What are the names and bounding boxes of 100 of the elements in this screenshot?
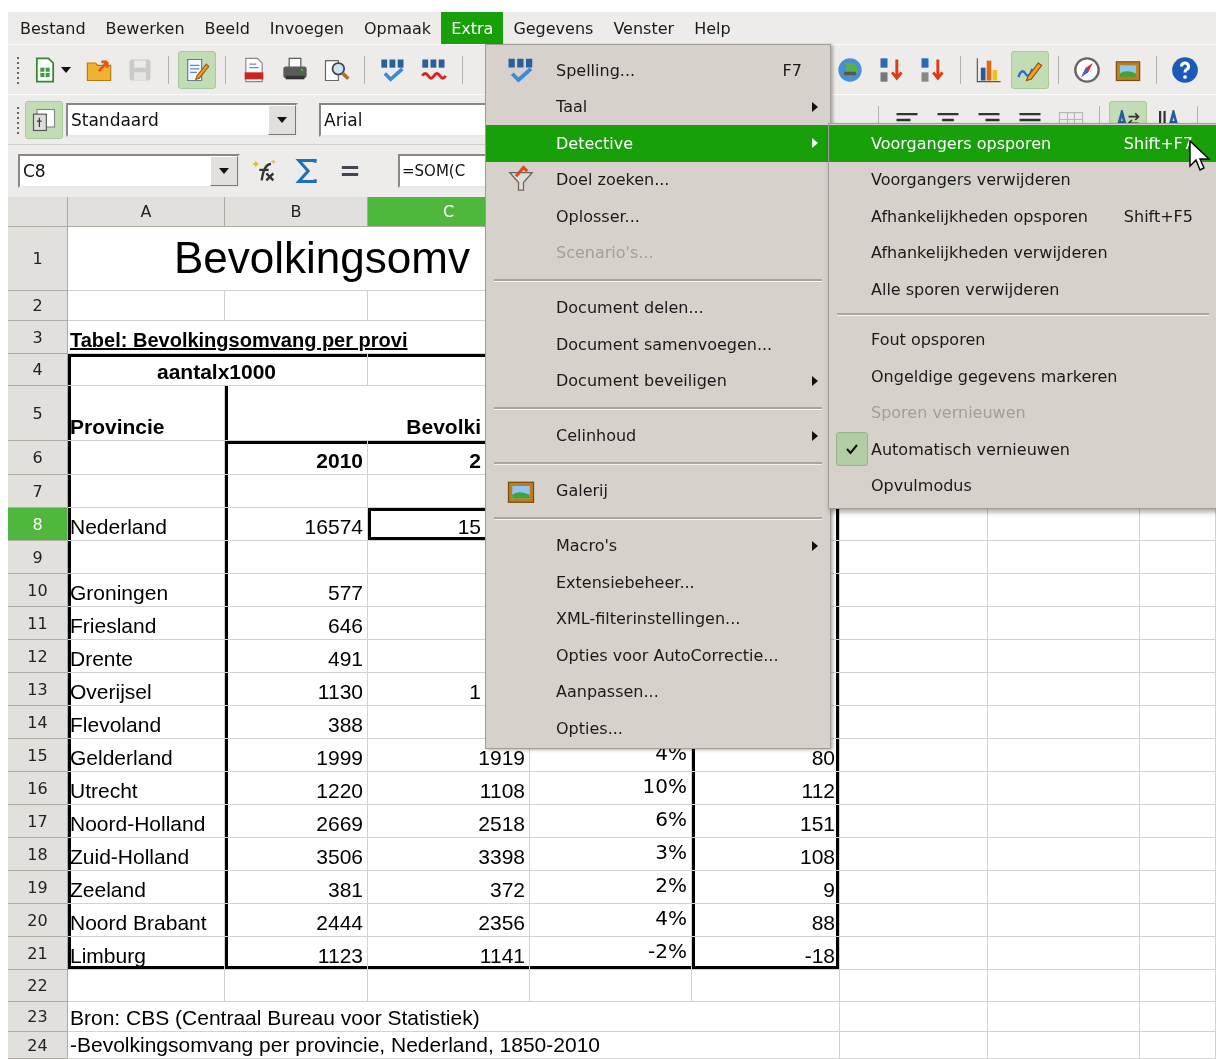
row-header[interactable]: 1 xyxy=(8,227,68,291)
table-cell: 3398 xyxy=(368,838,530,871)
row-header[interactable]: 5 xyxy=(8,386,68,441)
table-cell: 2356 xyxy=(368,904,530,937)
table-cell: Friesland xyxy=(68,607,225,640)
row-header[interactable]: 4 xyxy=(8,354,68,386)
table-cell: 10% xyxy=(530,772,692,805)
table-cell: 2010 xyxy=(225,441,368,475)
row-header[interactable]: 7 xyxy=(8,475,68,508)
toolbar-handle[interactable] xyxy=(16,104,22,135)
table-cell: 372 xyxy=(368,871,530,904)
caret-icon xyxy=(219,168,229,174)
name-box[interactable]: C8 xyxy=(18,154,240,188)
menu-title[interactable]: Opmaak xyxy=(353,12,442,44)
menu-item[interactable]: Afhankelijkheden opsporen Shift+F5 xyxy=(829,198,1216,235)
table-cell: 16574 xyxy=(225,508,368,541)
column-header[interactable]: A xyxy=(68,197,225,227)
table-cell: 1141 xyxy=(368,937,530,970)
table-cell: Zeeland xyxy=(68,871,225,904)
row-header[interactable]: 14 xyxy=(8,706,68,739)
row-header[interactable]: 15 xyxy=(8,739,68,772)
row-header[interactable]: 18 xyxy=(8,838,68,871)
menu-item[interactable]: Voorgangers verwijderen xyxy=(829,161,1216,198)
row-header[interactable]: 16 xyxy=(8,772,68,805)
row-header[interactable]: 23 xyxy=(8,1002,68,1032)
table-cell: 3% xyxy=(530,838,692,871)
menu-title[interactable]: Help xyxy=(684,12,741,44)
checkbox[interactable] xyxy=(836,432,868,467)
menu-item[interactable]: Extensiebeheer... xyxy=(486,564,830,601)
caret-icon xyxy=(61,66,71,73)
row-header[interactable]: 13 xyxy=(8,673,68,706)
dropdown-button[interactable] xyxy=(210,156,238,186)
table-cell: 4% xyxy=(530,904,692,937)
compass-icon xyxy=(1073,55,1101,84)
table-cell: 108 xyxy=(692,838,840,871)
toolbar-button[interactable] xyxy=(25,100,63,139)
table-cell: Groningen xyxy=(68,574,225,607)
table-cell: -18 xyxy=(692,937,840,970)
table-cell: Bron: CBS (Centraal Bureau voor Statistiek) xyxy=(68,1002,840,1032)
table-cell: 388 xyxy=(225,706,368,739)
table-cell: Flevoland xyxy=(68,706,225,739)
menu-title[interactable]: Beeld xyxy=(194,12,260,44)
row-header[interactable]: 2 xyxy=(8,291,68,321)
row-header[interactable]: 6 xyxy=(8,441,68,475)
menu-item[interactable]: Afhankelijkheden verwijderen xyxy=(829,234,1216,271)
menu-item[interactable]: XML-filterinstellingen... xyxy=(486,600,830,637)
menu-item[interactable]: Opvulmodus xyxy=(829,467,1216,504)
table-cell: 112 xyxy=(692,772,840,805)
submenu-arrow-icon xyxy=(812,375,818,386)
table-cell: 1123 xyxy=(225,937,368,970)
row-header[interactable]: 17 xyxy=(8,805,68,838)
table-cell: Noord Brabant xyxy=(68,904,225,937)
submenu-arrow-icon xyxy=(812,138,818,149)
menu-item[interactable]: Fout opsporen xyxy=(829,321,1216,358)
shortcut-label: Shift+F7 xyxy=(1123,133,1193,153)
style-dropdown[interactable]: Standaard xyxy=(66,102,298,137)
column-header[interactable]: B xyxy=(225,197,368,227)
table-cell: 646 xyxy=(225,607,368,640)
row-header[interactable]: 10 xyxy=(8,574,68,607)
table-cell: Utrecht xyxy=(68,772,225,805)
table-cell: 2518 xyxy=(368,805,530,838)
menu-item[interactable]: Automatisch vernieuwen xyxy=(829,431,1216,468)
row-header[interactable]: 19 xyxy=(8,871,68,904)
submenu-arrow-icon xyxy=(812,101,818,112)
row-header[interactable]: 12 xyxy=(8,640,68,673)
table-cell: 2444 xyxy=(225,904,368,937)
table-cell: -Bevolkingsomvang per provincie, Nederland, 1850-2010 xyxy=(68,1032,840,1059)
row-header[interactable]: 21 xyxy=(8,937,68,970)
menu-title[interactable]: Bewerken xyxy=(95,12,195,44)
menu-item[interactable]: Opties voor AutoCorrectie... xyxy=(486,637,830,674)
table-cell: 151 xyxy=(692,805,840,838)
table-cell: Provincie xyxy=(68,386,225,441)
table-cell: 1130 xyxy=(225,673,368,706)
table-cell: 88 xyxy=(692,904,840,937)
table-cell: 9 xyxy=(692,871,840,904)
menu-title[interactable]: Gegevens xyxy=(503,12,604,44)
row-header[interactable]: 9 xyxy=(8,541,68,574)
menu-item[interactable]: Doel zoeken... xyxy=(486,161,830,198)
table-cell: 1108 xyxy=(368,772,530,805)
row-header[interactable]: 24 xyxy=(8,1032,68,1059)
table-cell: Overijsel xyxy=(68,673,225,706)
row-header[interactable]: 11 xyxy=(8,607,68,640)
row-header[interactable]: 22 xyxy=(8,970,68,1002)
toolbar-handle[interactable] xyxy=(16,54,22,85)
table-cell: 381 xyxy=(225,871,368,904)
table-cell: 2669 xyxy=(225,805,368,838)
menu-title[interactable]: Venster xyxy=(603,12,685,44)
menu-item[interactable]: Ongeldige gegevens markeren xyxy=(829,358,1216,395)
row-header[interactable]: 20 xyxy=(8,904,68,937)
menu-item[interactable]: Alle sporen verwijderen xyxy=(829,271,1216,308)
table-cell: aantalx1000 xyxy=(68,354,368,386)
table-cell: Noord-Holland xyxy=(68,805,225,838)
bar-chart-icon xyxy=(975,55,1003,84)
menu-title[interactable]: Invoegen xyxy=(259,12,354,44)
menu-item[interactable]: Galerij xyxy=(486,472,830,509)
dropdown-button[interactable] xyxy=(268,104,296,135)
table-cell: 1999 xyxy=(225,739,368,772)
table-cell: Zuid-Holland xyxy=(68,838,225,871)
row-header[interactable]: 3 xyxy=(8,321,68,354)
menu-title[interactable]: Bestand xyxy=(10,12,96,44)
